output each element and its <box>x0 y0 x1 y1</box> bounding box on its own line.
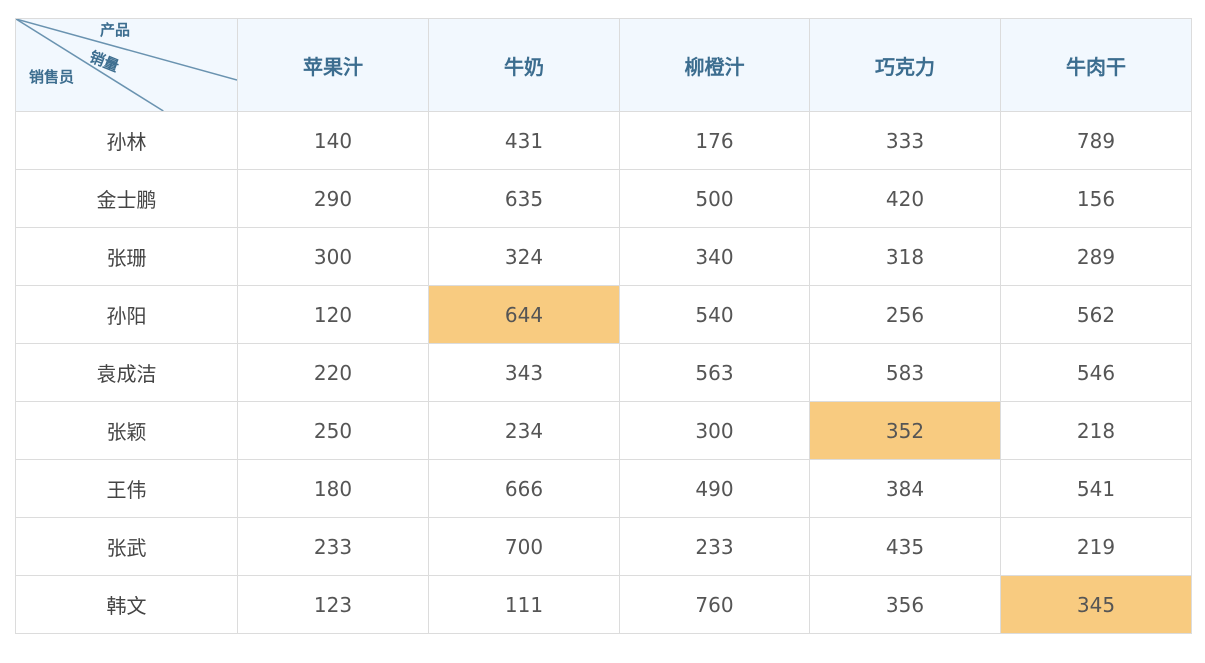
sales-value-cell: 541 <box>1000 459 1192 518</box>
sales-value-cell: 666 <box>428 459 620 518</box>
sales-value-cell: 500 <box>619 169 810 228</box>
sales-value-cell: 234 <box>428 401 620 460</box>
sales-value-cell: 340 <box>619 227 810 286</box>
table-row: 金士鹏 290 635 500 420 156 <box>15 169 1192 228</box>
salesperson-name-cell: 张武 <box>15 517 238 576</box>
sales-value-cell: 120 <box>237 285 429 344</box>
column-header: 牛奶 <box>428 18 620 112</box>
sales-value-cell: 250 <box>237 401 429 460</box>
column-header: 苹果汁 <box>237 18 429 112</box>
salesperson-name-cell: 张颖 <box>15 401 238 460</box>
sales-value-cell: 300 <box>619 401 810 460</box>
sales-value-cell: 562 <box>1000 285 1192 344</box>
sales-value-cell: 111 <box>428 575 620 634</box>
sales-value-cell: 176 <box>619 111 810 170</box>
sales-value-cell: 219 <box>1000 517 1192 576</box>
sales-value-cell: 318 <box>809 227 1001 286</box>
table-row: 张颖 250 234 300 352 218 <box>15 401 1192 460</box>
sales-value-cell: 356 <box>809 575 1001 634</box>
column-header: 柳橙汁 <box>619 18 810 112</box>
salesperson-name-cell: 孙阳 <box>15 285 238 344</box>
sales-value-cell: 333 <box>809 111 1001 170</box>
salesperson-name-cell: 袁成洁 <box>15 343 238 402</box>
sales-value-cell: 700 <box>428 517 620 576</box>
column-header: 牛肉干 <box>1000 18 1192 112</box>
sales-value-cell: 546 <box>1000 343 1192 402</box>
table-row: 张武 233 700 233 435 219 <box>15 517 1192 576</box>
salesperson-name-cell: 孙林 <box>15 111 238 170</box>
sales-value-cell: 300 <box>237 227 429 286</box>
sales-value-cell: 789 <box>1000 111 1192 170</box>
corner-salesperson-label: 销售员 <box>29 68 75 86</box>
table-row: 孙阳 120 644 540 256 562 <box>15 285 1192 344</box>
sales-value-cell: 635 <box>428 169 620 228</box>
salesperson-name-cell: 张珊 <box>15 227 238 286</box>
sales-value-cell: 324 <box>428 227 620 286</box>
table-row: 韩文 123 111 760 356 345 <box>15 575 1192 634</box>
table-row: 孙林 140 431 176 333 789 <box>15 111 1192 170</box>
sales-value-cell: 563 <box>619 343 810 402</box>
sales-value-cell: 583 <box>809 343 1001 402</box>
sales-value-cell: 256 <box>809 285 1001 344</box>
sales-value-cell: 123 <box>237 575 429 634</box>
sales-value-cell: 233 <box>619 517 810 576</box>
sales-value-cell: 345 <box>1000 575 1192 634</box>
sales-value-cell: 435 <box>809 517 1001 576</box>
sales-value-cell: 384 <box>809 459 1001 518</box>
sales-value-cell: 233 <box>237 517 429 576</box>
sales-value-cell: 490 <box>619 459 810 518</box>
corner-product-label: 产品 <box>100 21 131 39</box>
sales-value-cell: 140 <box>237 111 429 170</box>
sales-value-cell: 540 <box>619 285 810 344</box>
corner-header-cell: 产品 销量 销售员 <box>15 18 238 112</box>
sales-value-cell: 760 <box>619 575 810 634</box>
column-header: 巧克力 <box>809 18 1001 112</box>
salesperson-name-cell: 金士鹏 <box>15 169 238 228</box>
sales-value-cell: 420 <box>809 169 1001 228</box>
sales-value-cell: 290 <box>237 169 429 228</box>
sales-value-cell: 289 <box>1000 227 1192 286</box>
sales-value-cell: 343 <box>428 343 620 402</box>
header-row: 产品 销量 销售员 苹果汁 牛奶 柳橙汁 巧克力 牛肉干 <box>15 18 1192 112</box>
sales-value-cell: 180 <box>237 459 429 518</box>
sales-value-cell: 218 <box>1000 401 1192 460</box>
sales-value-cell: 644 <box>428 285 620 344</box>
sales-table: 产品 销量 销售员 苹果汁 牛奶 柳橙汁 巧克力 牛肉干 孙林 140 431 176… <box>15 18 1192 634</box>
sales-value-cell: 352 <box>809 401 1001 460</box>
salesperson-name-cell: 王伟 <box>15 459 238 518</box>
table-body: 孙林 140 431 176 333 789 金士鹏 290 635 500 420 156 张珊 300… <box>15 111 1192 634</box>
salesperson-name-cell: 韩文 <box>15 575 238 634</box>
sales-value-cell: 156 <box>1000 169 1192 228</box>
table-row: 王伟 180 666 490 384 541 <box>15 459 1192 518</box>
sales-value-cell: 431 <box>428 111 620 170</box>
table-row: 袁成洁 220 343 563 583 546 <box>15 343 1192 402</box>
sales-value-cell: 220 <box>237 343 429 402</box>
table-row: 张珊 300 324 340 318 289 <box>15 227 1192 286</box>
